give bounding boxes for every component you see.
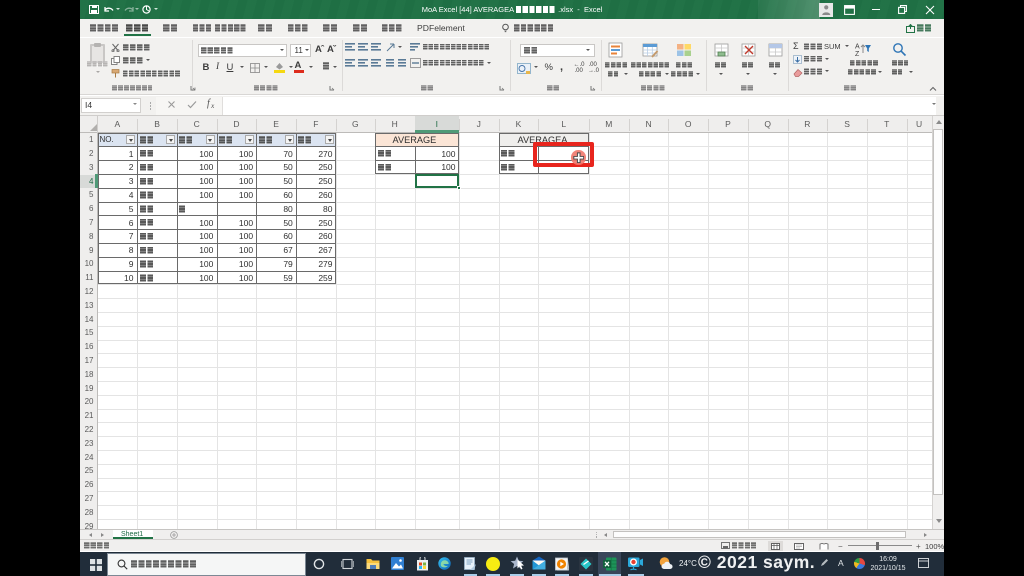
svg-text:Z: Z [855, 51, 860, 57]
svg-text:A: A [855, 44, 860, 51]
